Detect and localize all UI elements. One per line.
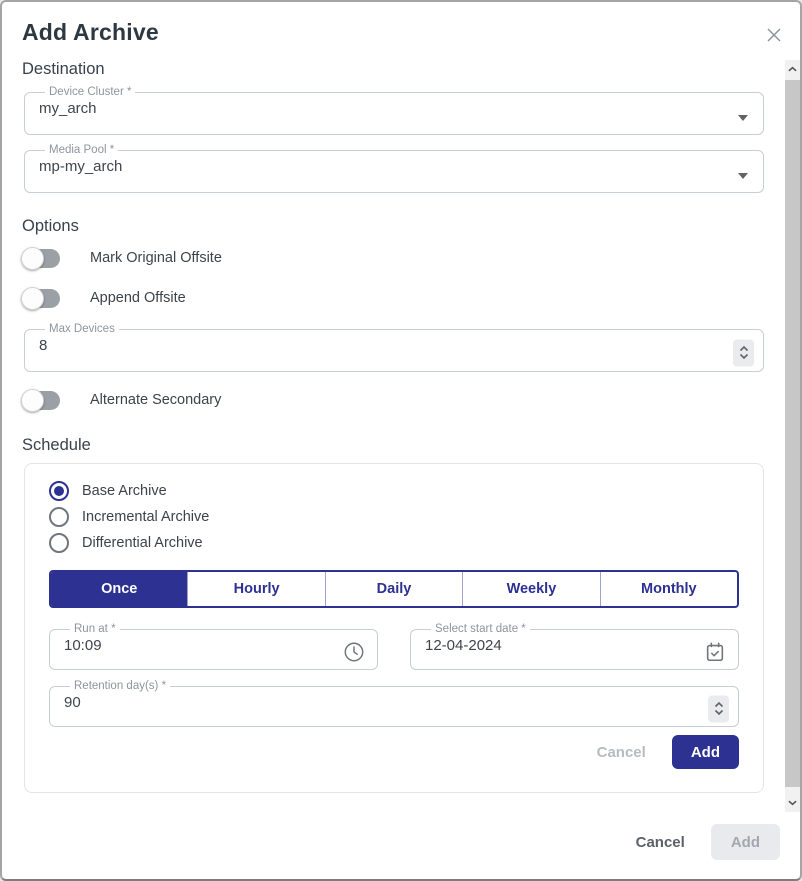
toggle-thumb xyxy=(21,247,44,270)
options-heading: Options xyxy=(22,217,779,236)
start-date-input[interactable]: Select start date * 12-04-2024 xyxy=(410,624,739,670)
run-at-value: 10:09 xyxy=(64,637,363,654)
alternate-secondary-toggle[interactable] xyxy=(22,390,60,411)
radio-icon[interactable] xyxy=(49,507,69,527)
toggle-thumb xyxy=(21,389,44,412)
alternate-secondary-row: Alternate Secondary xyxy=(22,388,779,412)
add-archive-dialog: Add Archive Destination Device Cluster *… xyxy=(0,0,802,881)
toggle-thumb xyxy=(21,287,44,310)
page-title: Add Archive xyxy=(22,19,800,46)
run-at-label: Run at * xyxy=(70,624,120,634)
tab-monthly[interactable]: Monthly xyxy=(600,572,737,606)
media-pool-select[interactable]: Media Pool * mp-my_arch xyxy=(24,145,764,193)
mark-original-offsite-row: Mark Original Offsite xyxy=(22,246,779,270)
max-devices-value: 8 xyxy=(39,337,749,354)
max-devices-input[interactable]: Max Devices 8 xyxy=(24,324,764,372)
schedule-add-button[interactable]: Add xyxy=(672,735,739,769)
tab-once[interactable]: Once xyxy=(51,572,187,606)
max-devices-label: Max Devices xyxy=(45,324,119,334)
run-at-input[interactable]: Run at * 10:09 xyxy=(49,624,378,670)
add-button-disabled[interactable]: Add xyxy=(711,824,780,860)
scroll-down-icon[interactable] xyxy=(785,794,800,812)
start-date-label: Select start date * xyxy=(431,624,530,634)
retention-days-label: Retention day(s) * xyxy=(70,681,170,691)
chevron-down-icon[interactable] xyxy=(738,173,748,179)
retention-days-value: 90 xyxy=(64,694,724,711)
dialog-footer: Cancel Add xyxy=(636,824,780,860)
tab-hourly[interactable]: Hourly xyxy=(187,572,324,606)
scrollbar-thumb[interactable] xyxy=(785,80,800,787)
up-down-stepper-icon[interactable] xyxy=(708,695,729,722)
radio-label: Differential Archive xyxy=(82,535,203,551)
radio-differential-archive[interactable]: Differential Archive xyxy=(49,530,739,556)
media-pool-value: mp-my_arch xyxy=(39,158,749,175)
start-date-value: 12-04-2024 xyxy=(425,637,724,654)
cancel-button[interactable]: Cancel xyxy=(636,834,685,851)
schedule-cancel-button[interactable]: Cancel xyxy=(597,744,646,761)
radio-label: Base Archive xyxy=(82,483,167,499)
vertical-scrollbar[interactable] xyxy=(785,60,800,812)
toggle-label: Append Offsite xyxy=(90,290,186,306)
toggle-label: Mark Original Offsite xyxy=(90,250,222,266)
radio-icon[interactable] xyxy=(49,481,69,501)
device-cluster-select[interactable]: Device Cluster * my_arch xyxy=(24,87,764,135)
calendar-check-icon[interactable] xyxy=(704,641,726,663)
radio-base-archive[interactable]: Base Archive xyxy=(49,478,739,504)
frequency-tabbar: Once Hourly Daily Weekly Monthly xyxy=(49,570,739,608)
retention-days-input[interactable]: Retention day(s) * 90 xyxy=(49,681,739,727)
media-pool-label: Media Pool * xyxy=(45,145,118,155)
append-offsite-row: Append Offsite xyxy=(22,286,779,310)
scroll-up-icon[interactable] xyxy=(785,60,800,78)
radio-icon[interactable] xyxy=(49,533,69,553)
chevron-down-icon[interactable] xyxy=(738,115,748,121)
up-down-stepper-icon[interactable] xyxy=(733,339,754,366)
radio-incremental-archive[interactable]: Incremental Archive xyxy=(49,504,739,530)
mark-original-offsite-toggle[interactable] xyxy=(22,248,60,269)
device-cluster-label: Device Cluster * xyxy=(45,87,135,97)
device-cluster-value: my_arch xyxy=(39,100,749,117)
toggle-label: Alternate Secondary xyxy=(90,392,221,408)
schedule-heading: Schedule xyxy=(22,436,779,455)
destination-heading: Destination xyxy=(22,60,779,79)
radio-label: Incremental Archive xyxy=(82,509,209,525)
append-offsite-toggle[interactable] xyxy=(22,288,60,309)
clock-icon[interactable] xyxy=(343,641,365,663)
schedule-card: Base Archive Incremental Archive Differe… xyxy=(24,463,764,793)
tab-weekly[interactable]: Weekly xyxy=(462,572,599,606)
tab-daily[interactable]: Daily xyxy=(325,572,462,606)
close-icon[interactable] xyxy=(764,25,784,45)
